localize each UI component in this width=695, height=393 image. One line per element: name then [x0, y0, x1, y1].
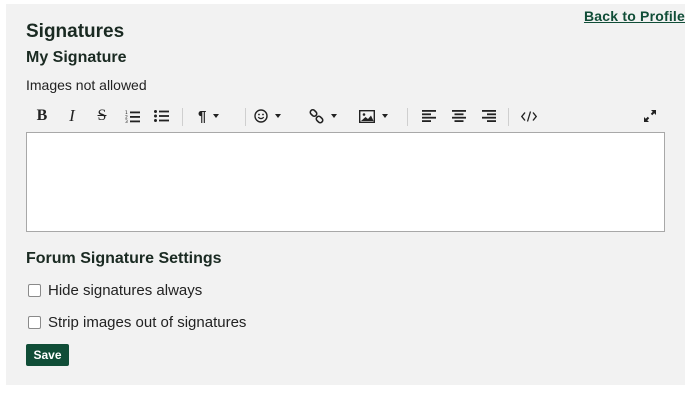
unordered-list-icon	[153, 110, 169, 122]
italic-button[interactable]: I	[62, 105, 82, 127]
smiley-icon	[254, 109, 268, 123]
editor-toolbar: B I S 1 2 3 ¶	[26, 101, 666, 133]
bold-button[interactable]: B	[32, 105, 52, 127]
hide-signatures-checkbox-row[interactable]: Hide signatures always	[28, 282, 202, 299]
fullscreen-button[interactable]	[640, 105, 660, 127]
images-not-allowed-note: Images not allowed	[26, 77, 147, 93]
italic-icon: I	[69, 106, 75, 125]
align-center-button[interactable]	[449, 105, 469, 127]
chevron-down-icon	[331, 114, 337, 118]
align-left-icon	[422, 110, 436, 122]
hide-signatures-label: Hide signatures always	[48, 282, 203, 299]
strip-images-checkbox-row[interactable]: Strip images out of signatures	[28, 314, 246, 331]
link-button[interactable]	[309, 105, 349, 127]
link-icon	[309, 108, 324, 124]
code-icon	[521, 110, 537, 122]
emoji-button[interactable]	[254, 105, 294, 127]
svg-text:3: 3	[125, 119, 128, 123]
ordered-list-icon: 1 2 3	[125, 110, 140, 123]
toolbar-separator	[245, 108, 246, 126]
align-right-icon	[482, 110, 496, 122]
chevron-down-icon	[382, 114, 388, 118]
signature-editor[interactable]	[26, 132, 665, 232]
source-code-button[interactable]	[518, 105, 540, 127]
chevron-down-icon	[275, 114, 281, 118]
ordered-list-button[interactable]: 1 2 3	[122, 105, 142, 127]
forum-signature-settings-heading: Forum Signature Settings	[26, 250, 222, 267]
align-center-icon	[452, 110, 466, 122]
page-title: Signatures	[26, 21, 125, 42]
unordered-list-button[interactable]	[151, 105, 171, 127]
my-signature-heading: My Signature	[26, 49, 127, 66]
hide-signatures-checkbox[interactable]	[28, 284, 41, 297]
strikethrough-button[interactable]: S	[92, 105, 112, 127]
align-left-button[interactable]	[419, 105, 439, 127]
back-to-profile-link[interactable]: Back to Profile	[584, 8, 685, 24]
align-right-button[interactable]	[479, 105, 499, 127]
bold-icon: B	[36, 107, 48, 124]
toolbar-separator	[407, 108, 408, 126]
paragraph-button[interactable]: ¶	[196, 105, 236, 127]
image-icon	[359, 109, 375, 123]
save-button[interactable]: Save	[26, 344, 69, 366]
strikethrough-icon: S	[97, 107, 107, 124]
signatures-panel: Back to Profile Signatures My Signature …	[6, 4, 685, 385]
strip-images-label: Strip images out of signatures	[48, 314, 247, 331]
paragraph-icon: ¶	[198, 107, 207, 125]
toolbar-separator	[182, 108, 183, 126]
strip-images-checkbox[interactable]	[28, 316, 41, 329]
image-button[interactable]	[359, 105, 399, 127]
chevron-down-icon	[213, 114, 220, 118]
expand-icon	[644, 110, 656, 122]
toolbar-separator	[508, 108, 509, 126]
